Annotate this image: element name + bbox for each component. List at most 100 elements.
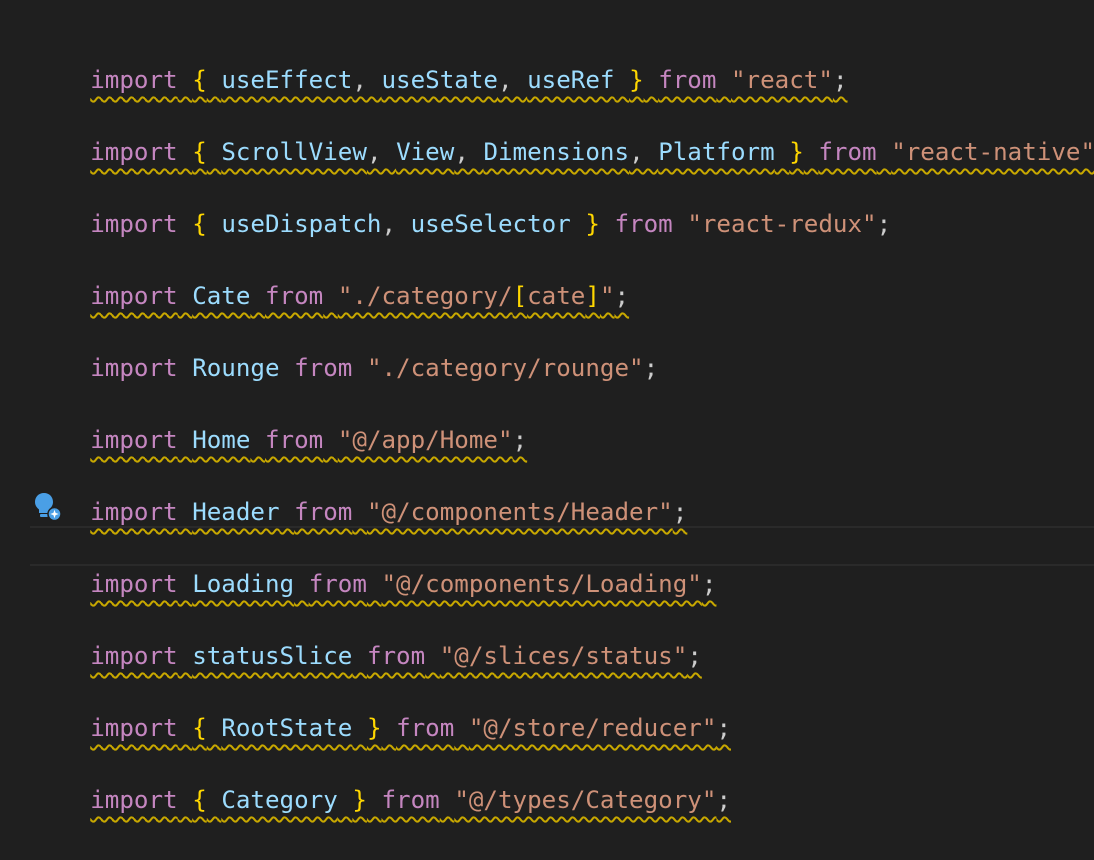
code-line[interactable]: import statusSlice from "@/slices/status…	[32, 596, 702, 670]
identifier-token: Dimensions	[483, 138, 630, 166]
lightbulb-sparkle-icon[interactable]	[34, 492, 62, 522]
identifier-token: useDispatch	[221, 210, 382, 238]
punctuation-token: ,	[366, 138, 397, 166]
keyword-token: from	[265, 282, 324, 310]
code-line[interactable]: import { Category } from "@/types/Catego…	[32, 740, 731, 814]
keyword-token: from	[396, 714, 455, 742]
string-token: "@/types/Category"	[454, 786, 717, 814]
brace-token: {	[192, 714, 207, 742]
keyword-token: from	[818, 138, 877, 166]
punctuation-token: ;	[672, 498, 688, 526]
keyword-token: from	[265, 426, 324, 454]
identifier-token: Header	[192, 498, 280, 526]
brace-token: {	[192, 210, 207, 238]
identifier-token: Home	[192, 426, 251, 454]
keyword-token: import	[90, 282, 178, 310]
code-line[interactable]: import { ScrollView, View, Dimensions, P…	[32, 92, 1094, 166]
string-token: "@/components/Header"	[366, 498, 673, 526]
string-token: "./category/rounge"	[366, 354, 644, 382]
punctuation-token: ;	[716, 714, 731, 742]
identifier-token: statusSlice	[192, 642, 353, 670]
identifier-token: useSelector	[410, 210, 571, 238]
string-token: "@/slices/status"	[439, 642, 688, 670]
identifier-token: Platform	[658, 138, 775, 166]
string-token: "@/components/Loading"	[381, 570, 702, 598]
code-editor[interactable]: import { useEffect, useState, useRef } f…	[0, 0, 1094, 814]
keyword-token: import	[90, 210, 178, 238]
keyword-token: import	[90, 354, 178, 382]
keyword-token: import	[90, 714, 178, 742]
string-token: "	[599, 282, 615, 310]
keyword-token: from	[308, 570, 367, 598]
punctuation-token: ;	[614, 282, 630, 310]
punctuation-token: ;	[876, 210, 892, 238]
keyword-token: from	[381, 786, 440, 814]
bracket-token: ]	[585, 282, 600, 310]
punctuation-token: ;	[512, 426, 528, 454]
code-line-current[interactable]: import Loading from "@/components/Loadin…	[32, 524, 716, 598]
identifier-token: View	[396, 138, 455, 166]
keyword-token: from	[294, 354, 353, 382]
code-line[interactable]: import { useDispatch, useSelector } from…	[32, 164, 891, 238]
brace-token: }	[789, 138, 804, 166]
code-line[interactable]: import Home from "@/app/Home";	[32, 380, 527, 454]
punctuation-token: ,	[454, 138, 484, 166]
brace-token: }	[352, 786, 367, 814]
brace-token: {	[192, 66, 207, 94]
code-line[interactable]: import Rounge from "./category/rounge";	[32, 308, 658, 382]
code-line[interactable]: import Cate from "./category/[cate]";	[32, 236, 629, 310]
punctuation-token: ;	[643, 354, 659, 382]
punctuation-token: ,	[381, 210, 411, 238]
brace-token: {	[192, 786, 207, 814]
keyword-token: from	[294, 498, 353, 526]
identifier-token: Cate	[192, 282, 251, 310]
identifier-token: RootState	[221, 714, 353, 742]
code-line[interactable]: import { useEffect, useState, useRef } f…	[32, 20, 847, 94]
string-token: "@/app/Home"	[337, 426, 513, 454]
brace-token: {	[192, 138, 207, 166]
punctuation-token: ;	[701, 570, 717, 598]
string-token: "@/store/reducer"	[468, 714, 717, 742]
punctuation-token: ,	[498, 66, 528, 94]
identifier-token: ScrollView	[221, 138, 367, 166]
identifier-token: Rounge	[192, 354, 280, 382]
keyword-token: import	[90, 498, 178, 526]
identifier-token: useRef	[527, 66, 615, 94]
code-line[interactable]: import Header from "@/components/Header"…	[32, 452, 687, 526]
keyword-token: import	[90, 570, 178, 598]
keyword-token: from	[614, 210, 673, 238]
code-line[interactable]: import { RootState } from "@/store/reduc…	[32, 668, 731, 742]
brace-token: }	[366, 714, 382, 742]
keyword-token: import	[90, 66, 178, 94]
